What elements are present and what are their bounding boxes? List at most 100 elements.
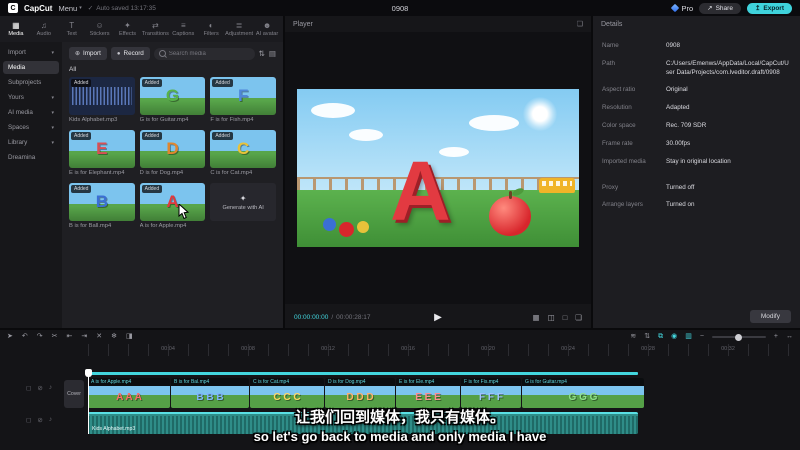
ball-graphic — [323, 218, 336, 231]
timeline-clip[interactable]: E is for Ele.mp4 E E E — [396, 378, 460, 408]
auto-ripple-icon[interactable]: ◉ — [671, 330, 677, 344]
transitions-icon: ⇄ — [152, 21, 159, 30]
zoom-out-icon[interactable]: − — [700, 330, 704, 344]
ribbon-tab-effects[interactable]: ✦ Effects — [114, 21, 142, 37]
timeline-clip[interactable]: B is for Bal.mp4 B B B — [171, 378, 249, 408]
linking-icon[interactable]: ⧉ — [658, 330, 663, 344]
audio-track-controls[interactable]: ◻ ⊘ ♪ — [26, 416, 52, 424]
generate-with-ai-button[interactable]: ✦ Generate with AI — [210, 183, 276, 229]
sort-icon[interactable]: ⇅ — [259, 49, 265, 58]
player-expand-icon[interactable]: ❏ — [577, 20, 583, 28]
record-button[interactable]: ● Record — [110, 47, 150, 60]
zoom-slider-knob[interactable] — [734, 333, 742, 341]
audio-clip-name: Kids Alphabet.mp3 — [92, 426, 136, 432]
timeline-clip[interactable]: C is for Cat.mp4 C C C — [250, 378, 324, 408]
sidebar-item-dreamina[interactable]: Dreamina — [3, 151, 59, 164]
hide-track-icon[interactable]: ◻ — [26, 384, 31, 392]
modify-button[interactable]: Modify — [749, 310, 791, 323]
split-icon[interactable]: ✂ — [52, 330, 58, 344]
audio-wave-icon[interactable]: ≋ — [630, 330, 636, 344]
timeline-clip[interactable]: D is for Dog.mp4 D D D — [325, 378, 395, 408]
current-timecode: 00:00:00:00 — [294, 313, 329, 321]
search-input[interactable]: Search media — [153, 47, 255, 60]
redo-icon[interactable]: ↷ — [37, 330, 43, 344]
clip-thumbnails: D D D — [325, 386, 395, 408]
timeline-clip[interactable]: G is for Guitar.mp4 G G G — [522, 378, 644, 408]
caption-track-collapsed[interactable] — [88, 372, 638, 375]
zoom-slider[interactable] — [711, 333, 766, 341]
filter-icon[interactable]: ▤ — [269, 49, 276, 58]
pro-badge[interactable]: Pro — [671, 4, 693, 13]
fit-timeline-icon[interactable]: ↔ — [786, 330, 793, 344]
preview-axis-icon[interactable]: ⇅ — [644, 330, 650, 344]
sidebar-item-media[interactable]: Media — [3, 61, 59, 74]
audio-clip[interactable]: Kids Alphabet.mp3 — [88, 412, 638, 434]
export-button[interactable]: ↥ Export — [746, 2, 792, 14]
mute-track-icon[interactable]: ♪ — [49, 384, 52, 392]
ribbon-tab-stickers[interactable]: ☺ Stickers — [86, 21, 114, 37]
sidebar-item-library[interactable]: Library ▾ — [3, 136, 59, 149]
clip-thumbnails: C C C — [250, 386, 324, 408]
delete-left-icon[interactable]: ⇤ — [67, 330, 73, 344]
float-icon[interactable]: □ — [563, 313, 568, 322]
ai-avatar-icon: ☻ — [262, 21, 272, 30]
mainline-magnet-icon[interactable]: ▥ — [685, 330, 692, 344]
media-item[interactable]: B Added B is for Ball.mp4 — [69, 183, 135, 229]
sidebar-item-yours[interactable]: Yours ▾ — [3, 91, 59, 104]
fullscreen-icon[interactable]: ❏ — [575, 313, 582, 322]
select-tool-icon[interactable]: ➤ — [7, 330, 13, 344]
playhead[interactable] — [85, 369, 92, 434]
media-item-name: C is for Cat.mp4 — [210, 170, 253, 176]
video-preview[interactable]: A — [297, 89, 579, 247]
sidebar-item-import[interactable]: Import ▾ — [3, 46, 59, 59]
ratio-icon[interactable]: ▦ — [533, 313, 540, 322]
text-icon: T — [69, 21, 75, 30]
cover-button[interactable]: Cover — [64, 380, 84, 408]
delete-right-icon[interactable]: ⇥ — [81, 330, 87, 344]
detail-value: C:/Users/Emenws/AppData/Local/CapCut/Use… — [666, 59, 789, 76]
media-item[interactable]: E Added E is for Elephant.mp4 — [69, 130, 135, 176]
mask-icon[interactable]: ◨ — [126, 330, 133, 344]
sidebar-item-ai-media[interactable]: AI media ▾ — [3, 106, 59, 119]
media-thumbnail: G Added — [139, 77, 206, 115]
ribbon-tab-transitions[interactable]: ⇄ Transitions — [141, 21, 169, 37]
share-button[interactable]: ↗ Share — [699, 2, 741, 14]
detail-row: Color space Rec. 709 SDR — [602, 122, 791, 131]
play-button[interactable]: ▶ — [434, 312, 442, 323]
clip-filename: C is for Cat.mp4 — [250, 378, 324, 386]
ribbon-tab-filters[interactable]: ◐ Filters — [197, 21, 225, 37]
ribbon-tab-ai-avatar[interactable]: ☻ AI avatar — [253, 21, 281, 37]
freeze-frame-icon[interactable]: ❄ — [111, 330, 117, 344]
sidebar-item-subprojects[interactable]: Subprojects — [3, 76, 59, 89]
media-item[interactable]: F Added F is for Fish.mp4 — [210, 77, 276, 123]
video-track-controls[interactable]: ◻ ⊘ ♪ — [26, 384, 52, 392]
letter-a-graphic: A — [390, 143, 451, 238]
timeline-ruler[interactable]: 00:04 00:08 00:12 00:16 00:20 00:24 00:28 00:32 — [88, 344, 796, 356]
ribbon-tab-captions[interactable]: ≡ Captions — [169, 21, 197, 37]
lock-track-icon[interactable]: ⊘ — [37, 416, 42, 424]
media-item[interactable]: Added Kids Alphabet.mp3 — [69, 77, 135, 123]
chevron-down-icon: ▾ — [51, 94, 54, 101]
media-item[interactable]: D Added D is for Dog.mp4 — [139, 130, 206, 176]
sidebar-item-spaces[interactable]: Spaces ▾ — [3, 121, 59, 134]
lock-track-icon[interactable]: ⊘ — [37, 384, 42, 392]
ribbon-tab-audio[interactable]: ♫ Audio — [30, 21, 58, 37]
delete-icon[interactable]: ✕ — [96, 330, 102, 344]
hide-track-icon[interactable]: ◻ — [26, 416, 31, 424]
menu-button[interactable]: Menu ▾ — [58, 4, 81, 13]
mute-track-icon[interactable]: ♪ — [49, 416, 52, 424]
ribbon-tab-text[interactable]: T Text — [58, 21, 86, 37]
ribbon-tab-adjustment[interactable]: ≣ Adjustment — [225, 21, 253, 37]
capture-icon[interactable]: ◫ — [548, 313, 555, 322]
timeline-clip[interactable]: F is for Fis.mp4 F F F — [461, 378, 521, 408]
timeline-clip[interactable]: A is for Apple.mp4 A A A — [88, 378, 170, 408]
added-badge: Added — [71, 185, 92, 193]
media-item[interactable]: G Added G is for Guitar.mp4 — [139, 77, 206, 123]
media-item[interactable]: C Added C is for Cat.mp4 — [210, 130, 276, 176]
ribbon-tab-media[interactable]: ▦ Media — [2, 21, 30, 37]
import-button[interactable]: ⊕ Import — [69, 47, 107, 60]
media-item[interactable]: A Added A is for Apple.mp4 — [139, 183, 206, 229]
undo-icon[interactable]: ↶ — [22, 330, 28, 344]
zoom-in-icon[interactable]: + — [774, 330, 778, 344]
detail-label: Aspect ratio — [602, 86, 636, 94]
